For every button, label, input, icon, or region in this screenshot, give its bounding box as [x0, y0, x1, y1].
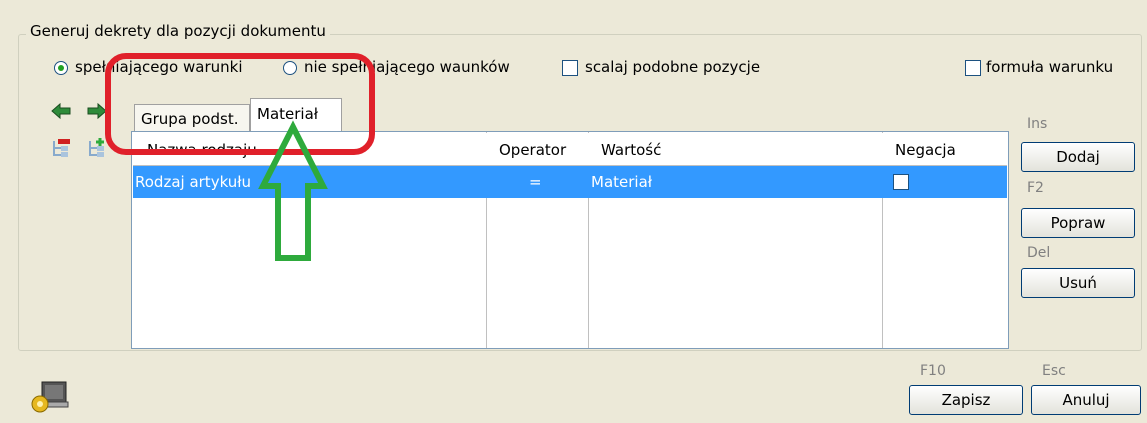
radio-not-meeting-label: nie spełniającego waunków [304, 58, 510, 76]
radio-meeting-label: spełniającego warunki [75, 58, 243, 76]
condition-formula-checkbox[interactable] [965, 60, 981, 76]
row-name-cell: Rodzaj artykułu [135, 173, 252, 191]
row-operator-cell: = [529, 173, 542, 191]
tab-material[interactable]: Materiał [250, 98, 342, 132]
remove-node-icon[interactable] [50, 137, 72, 159]
conditions-table[interactable]: Nazwa rodzaju Operator Wartość Negacja R… [131, 131, 1009, 349]
column-header-value[interactable]: Wartość [601, 141, 661, 159]
settings-computer-icon[interactable] [28, 378, 70, 414]
add-node-icon[interactable] [86, 137, 108, 159]
group-title: Generuj dekrety dla pozycji dokumentu [26, 22, 330, 40]
merge-similar-label: scalaj podobne pozycje [585, 58, 761, 76]
delete-shortcut-hint: Del [1027, 245, 1051, 261]
tab-grupa-podst[interactable]: Grupa podst. [134, 104, 250, 132]
add-shortcut-hint: Ins [1027, 116, 1048, 132]
radio-not-meeting-conditions[interactable] [283, 61, 297, 75]
save-button[interactable]: Zapisz [909, 385, 1023, 415]
cancel-shortcut-hint: Esc [1042, 363, 1066, 379]
cancel-button[interactable]: Anuluj [1031, 385, 1141, 415]
column-header-negation[interactable]: Negacja [895, 141, 956, 159]
arrow-right-icon[interactable] [86, 101, 108, 121]
table-row[interactable]: Rodzaj artykułu = Materiał [133, 166, 1007, 198]
merge-similar-checkbox[interactable] [562, 60, 578, 76]
table-header: Nazwa rodzaju Operator Wartość Negacja [133, 133, 1007, 166]
column-header-operator[interactable]: Operator [499, 141, 566, 159]
negation-checkbox[interactable] [893, 174, 909, 190]
edit-shortcut-hint: F2 [1027, 180, 1044, 196]
column-header-name[interactable]: Nazwa rodzaju [147, 141, 257, 159]
arrow-left-icon[interactable] [50, 101, 72, 121]
condition-formula-label: formuła warunku [986, 58, 1114, 76]
row-value-cell: Materiał [591, 173, 653, 191]
save-shortcut-hint: F10 [920, 363, 946, 379]
radio-meeting-conditions[interactable] [54, 61, 68, 75]
add-button[interactable]: Dodaj [1021, 142, 1135, 172]
delete-button[interactable]: Usuń [1021, 268, 1135, 298]
edit-button[interactable]: Popraw [1021, 208, 1135, 238]
